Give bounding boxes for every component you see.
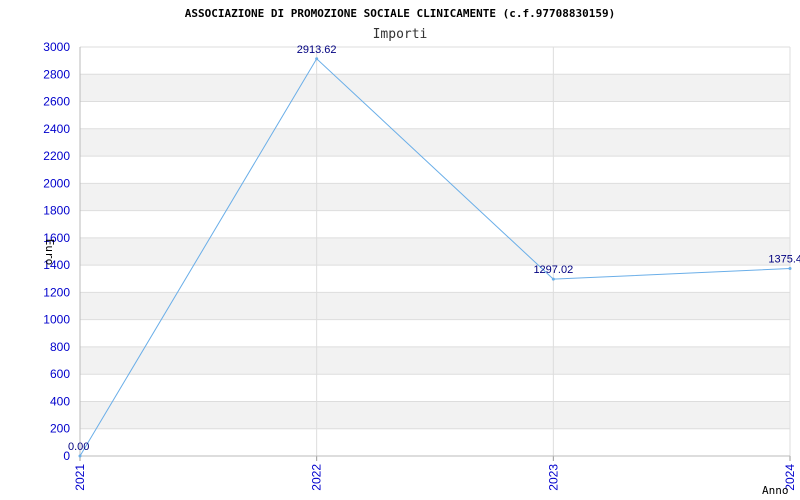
data-label: 1297.02 <box>533 264 573 276</box>
grid-band <box>80 346 790 375</box>
x-tick-label: 2021 <box>73 464 87 491</box>
y-tick-label: 1200 <box>43 285 70 299</box>
y-tick-label: 2200 <box>43 149 70 163</box>
grid-band <box>80 128 790 157</box>
chart-subtitle: Importi <box>373 27 428 42</box>
grid-band <box>80 292 790 320</box>
data-point <box>788 266 792 270</box>
y-tick-label: 1000 <box>43 313 70 327</box>
data-label: 2913.62 <box>297 44 337 56</box>
y-tick-label: 2000 <box>43 176 70 190</box>
y-tick-label: 2800 <box>43 67 70 81</box>
y-tick-label: 3000 <box>43 40 70 54</box>
x-axis-label: Anno <box>762 484 789 497</box>
y-tick-label: 600 <box>50 367 70 381</box>
x-tick-label: 2022 <box>310 464 324 491</box>
data-point <box>551 277 555 281</box>
y-tick-label: 2400 <box>43 122 70 136</box>
x-tick-label: 2023 <box>546 464 560 491</box>
data-point <box>315 57 319 61</box>
grid-band <box>80 74 790 102</box>
data-label: 1375.4 <box>768 253 800 265</box>
line-chart: 0200400600800100012001400160018002000220… <box>43 7 800 497</box>
y-tick-label: 2600 <box>43 95 70 109</box>
y-axis-label: Euro <box>43 239 56 266</box>
y-tick-label: 200 <box>50 422 70 436</box>
grid-band <box>80 237 790 266</box>
grid-bands <box>80 74 790 429</box>
grid-band <box>80 183 790 211</box>
x-tick-labels: 2021 2022 2023 2024 <box>73 464 797 491</box>
y-tick-label: 1800 <box>43 204 70 218</box>
grid-band <box>80 401 790 429</box>
data-label: 0.00 <box>68 441 89 453</box>
y-tick-label: 400 <box>50 394 70 408</box>
y-tick-label: 800 <box>50 340 70 354</box>
data-point <box>78 454 82 458</box>
chart-title: ASSOCIAZIONE DI PROMOZIONE SOCIALE CLINI… <box>185 7 615 20</box>
